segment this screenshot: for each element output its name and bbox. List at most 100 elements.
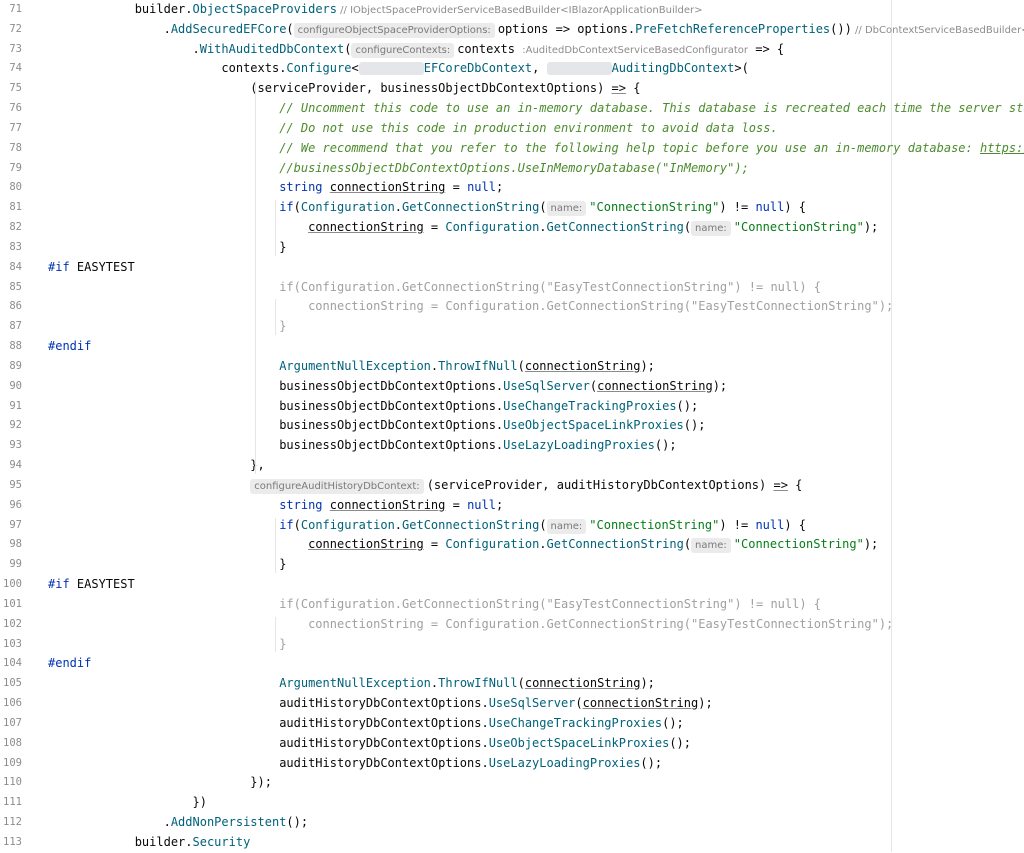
code-token: { <box>787 477 803 492</box>
code-line[interactable]: 87 } <box>0 317 1024 337</box>
code-token: GetConnectionString <box>546 220 684 235</box>
code-line[interactable]: 77 // Do not use this code in production… <box>0 119 1024 139</box>
code-token: => <box>773 477 788 492</box>
code-line[interactable]: 71 builder.ObjectSpaceProviders // IObje… <box>0 0 1024 20</box>
code-token: // DbContextServiceBasedBuilder<IB <box>851 24 1024 36</box>
code-text: // Do not use this code in production en… <box>48 119 778 139</box>
code-token: Security <box>192 834 251 849</box>
code-line[interactable]: 105 ArgumentNullException.ThrowIfNull(co… <box>0 674 1024 694</box>
code-token: ThrowIfNull <box>438 676 518 691</box>
code-line[interactable]: 74 contexts.Configure<XXXXXXXXXEFCoreDbC… <box>0 59 1024 79</box>
code-line[interactable]: 78 // We recommend that you refer to the… <box>0 139 1024 159</box>
code-line[interactable]: 75 (serviceProvider, businessObjectDbCon… <box>0 79 1024 99</box>
code-line[interactable]: 72 .AddSecuredEFCore(configureObjectSpac… <box>0 20 1024 40</box>
code-token: if(Configuration.GetConnectionString("Ea… <box>48 279 822 294</box>
code-line[interactable]: 112 .AddNonPersistent(); <box>0 813 1024 833</box>
code-line[interactable]: 109 auditHistoryDbContextOptions.UseLazy… <box>0 754 1024 774</box>
code-line[interactable]: 82 connectionString = Configuration.GetC… <box>0 218 1024 238</box>
code-text: builder.Security <box>48 833 251 853</box>
code-token: (); <box>662 715 684 730</box>
code-text: #endif <box>48 337 91 357</box>
parameter-hint: name: <box>546 201 587 217</box>
code-line[interactable]: 73 .WithAuditedDbContext(configureContex… <box>0 40 1024 60</box>
code-line[interactable]: 98 connectionString = Configuration.GetC… <box>0 535 1024 555</box>
code-line[interactable]: 83 } <box>0 238 1024 258</box>
code-line[interactable]: 86 connectionString = Configuration.GetC… <box>0 297 1024 317</box>
code-token: (serviceProvider, auditHistoryDbContextO… <box>426 477 774 492</box>
code-line[interactable]: 81 if(Configuration.GetConnectionString(… <box>0 198 1024 218</box>
code-editor[interactable]: 71 builder.ObjectSpaceProviders // IObje… <box>0 0 1024 852</box>
code-line[interactable]: 91 businessObjectDbContextOptions.UseCha… <box>0 397 1024 417</box>
code-token: connectionString <box>582 696 699 711</box>
code-line[interactable]: 113 builder.Security <box>0 833 1024 853</box>
code-line[interactable]: 93 businessObjectDbContextOptions.UseLaz… <box>0 436 1024 456</box>
code-line[interactable]: 76 // Uncomment this code to use an in-m… <box>0 99 1024 119</box>
line-number: 92 <box>9 419 22 432</box>
code-token: ( <box>293 200 301 215</box>
code-line[interactable]: 101 if(Configuration.GetConnectionString… <box>0 595 1024 615</box>
code-token: string <box>279 497 323 512</box>
code-line[interactable]: 95 configureAuditHistoryDbContext: (servi… <box>0 476 1024 496</box>
code-token: EASYTEST <box>69 577 135 592</box>
code-token: options => options. <box>497 21 636 36</box>
code-token: builder. <box>48 834 193 849</box>
code-line[interactable]: 96 string connectionString = null; <box>0 496 1024 516</box>
code-line[interactable]: 84 #if EASYTEST <box>0 258 1024 278</box>
line-number: 88 <box>9 340 22 353</box>
code-token: . <box>539 537 547 552</box>
code-line[interactable]: 90 businessObjectDbContextOptions.UseSql… <box>0 377 1024 397</box>
code-line[interactable]: 111 }) <box>0 793 1024 813</box>
line-number: 87 <box>9 320 22 333</box>
code-token: . <box>48 41 200 56</box>
code-text: auditHistoryDbContextOptions.UseSqlServe… <box>48 694 713 714</box>
code-token: ThrowIfNull <box>438 358 518 373</box>
code-text: ArgumentNullException.ThrowIfNull(connec… <box>48 357 655 377</box>
code-line[interactable]: 88 #endif <box>0 337 1024 357</box>
line-number: 101 <box>3 597 22 610</box>
code-text: configureAuditHistoryDbContext: (serviceP… <box>48 476 802 496</box>
line-number: 109 <box>3 756 22 769</box>
code-token: . <box>539 220 547 235</box>
code-token: IObjectSpaceProviderServiceBasedBuilder<… <box>350 5 703 16</box>
code-line[interactable]: 100 #if EASYTEST <box>0 575 1024 595</box>
code-token: connectionString <box>329 497 446 512</box>
code-line[interactable]: 97 if(Configuration.GetConnectionString(… <box>0 516 1024 536</box>
code-line[interactable]: 102 connectionString = Configuration.Get… <box>0 615 1024 635</box>
code-line[interactable]: 80 string connectionString = null; <box>0 178 1024 198</box>
code-token: . <box>48 21 171 36</box>
code-token: => { <box>748 41 785 56</box>
code-token: auditHistoryDbContextOptions. <box>48 696 489 711</box>
code-text: auditHistoryDbContextOptions.UseObjectSp… <box>48 734 691 754</box>
code-line[interactable]: 99 } <box>0 555 1024 575</box>
code-text: #if EASYTEST <box>48 575 135 595</box>
code-line[interactable]: 106 auditHistoryDbContextOptions.UseSqlS… <box>0 694 1024 714</box>
code-line[interactable]: 110 }); <box>0 773 1024 793</box>
code-line[interactable]: 92 businessObjectDbContextOptions.UseObj… <box>0 416 1024 436</box>
code-line[interactable]: 108 auditHistoryDbContextOptions.UseObje… <box>0 734 1024 754</box>
code-token: GetConnectionString <box>402 517 540 532</box>
indent-guide <box>275 200 276 256</box>
code-line[interactable]: 94 }, <box>0 456 1024 476</box>
code-text: (serviceProvider, businessObjectDbContex… <box>48 79 640 99</box>
code-line[interactable]: 79 //businessObjectDbContextOptions.UseI… <box>0 159 1024 179</box>
code-line[interactable]: 89 ArgumentNullException.ThrowIfNull(con… <box>0 357 1024 377</box>
code-line[interactable]: 103 } <box>0 635 1024 655</box>
code-line[interactable]: 104 #endif <box>0 654 1024 674</box>
code-token: , <box>532 61 547 76</box>
code-line[interactable]: 85 if(Configuration.GetConnectionString(… <box>0 278 1024 298</box>
code-token: ( <box>517 358 525 373</box>
code-token: { <box>625 81 641 96</box>
code-text: // We recommend that you refer to the fo… <box>48 139 1024 159</box>
code-token: // Uncomment this code to use an in-memo… <box>279 101 1024 116</box>
code-line[interactable]: 107 auditHistoryDbContextOptions.UseChan… <box>0 714 1024 734</box>
line-number: 72 <box>9 22 22 35</box>
line-number: 93 <box>9 439 22 452</box>
line-number: 95 <box>9 478 22 491</box>
code-token: = <box>445 180 468 195</box>
code-token: #if <box>48 259 70 274</box>
line-number: 75 <box>9 82 22 95</box>
